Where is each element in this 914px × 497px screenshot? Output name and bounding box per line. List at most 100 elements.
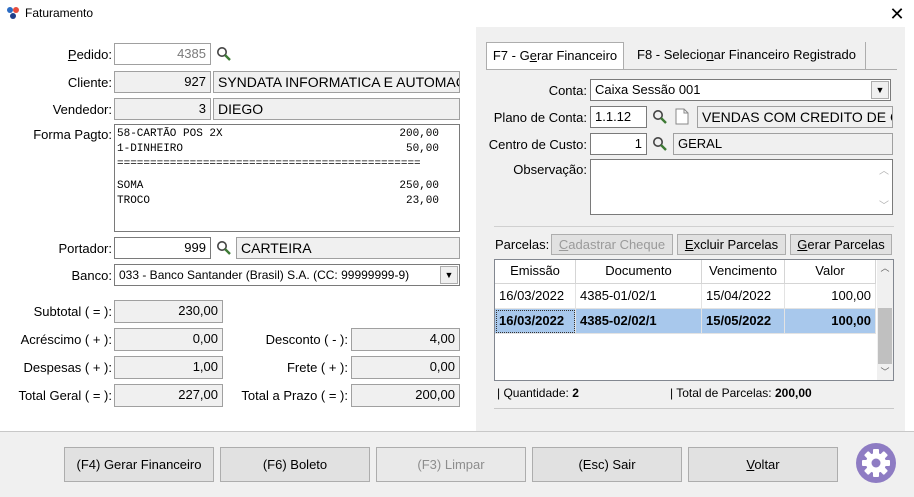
acrescimo-field[interactable]: 0,00 <box>114 328 223 351</box>
gerar-parcelas-button[interactable]: Gerar Parcelas <box>790 234 892 255</box>
desconto-label: Desconto ( - ): <box>265 332 348 347</box>
centro-name-field: GERAL <box>673 133 893 155</box>
total-geral-label: Total Geral ( = ): <box>18 388 112 403</box>
forma-pagto-desc: ========================================… <box>117 158 421 170</box>
vendedor-label: Vendedor: <box>52 102 112 117</box>
conta-select[interactable]: Caixa Sessão 001 ▼ <box>590 79 891 101</box>
forma-pagto-amount: 250,00 <box>399 180 439 192</box>
quantidade-summary: | Quantidade: 2 <box>497 386 579 400</box>
subtotal-field: 230,00 <box>114 300 223 323</box>
forma-pagto-desc: TROCO <box>117 195 151 207</box>
cell-vencimento: 15/04/2022 <box>702 284 785 309</box>
desconto-field[interactable]: 4,00 <box>351 328 460 351</box>
scrollbar-thumb[interactable] <box>878 308 892 364</box>
portador-name-field: CARTEIRA <box>236 237 460 259</box>
plano-label: Plano de Conta: <box>493 110 587 125</box>
search-icon[interactable] <box>652 136 668 152</box>
pedido-label: Pedido: <box>67 47 112 62</box>
frete-field[interactable]: 0,00 <box>351 356 460 379</box>
scroll-up-icon[interactable]: ︿ <box>877 260 893 276</box>
forma-pagto-line: TROCO 23,00 <box>117 194 439 209</box>
total-geral-field: 227,00 <box>114 384 223 407</box>
quantidade-value: 2 <box>572 386 579 400</box>
total-prazo-label: Total a Prazo ( = ): <box>241 388 348 403</box>
forma-pagto-amount: 23,00 <box>405 195 439 207</box>
portador-label: Portador: <box>58 241 112 256</box>
scroll-up-icon[interactable]: ︿ <box>879 162 889 177</box>
search-icon[interactable] <box>652 109 668 125</box>
forma-pagto-memo[interactable]: 58-CARTÃO POS 2X 200,00 1-DINHEIRO 50,00 ===… <box>114 124 460 232</box>
search-icon[interactable] <box>216 240 232 256</box>
gerar-financeiro-button[interactable]: (F4) Gerar Financeiro <box>64 447 214 482</box>
parcelas-label: Parcelas: <box>495 237 550 252</box>
excluir-parcelas-button[interactable]: Excluir Parcelas <box>677 234 786 255</box>
scroll-down-icon[interactable]: ﹀ <box>877 364 893 380</box>
column-header-valor[interactable]: Valor <box>785 260 876 284</box>
chevron-down-icon[interactable]: ▼ <box>440 266 458 284</box>
pedido-input[interactable]: 4385 <box>114 43 211 65</box>
scroll-down-icon[interactable]: ﹀ <box>879 197 889 212</box>
cell-emissao: 16/03/2022 <box>495 284 576 309</box>
section-divider <box>494 226 894 227</box>
forma-pagto-desc: 1-DINHEIRO <box>117 143 184 155</box>
despesas-field[interactable]: 1,00 <box>114 356 223 379</box>
conta-selected-value: Caixa Sessão 001 <box>595 82 701 97</box>
forma-pagto-line: 1-DINHEIRO 50,00 <box>117 142 439 157</box>
centro-label: Centro de Custo: <box>488 137 587 152</box>
cliente-code-input[interactable]: 927 <box>114 71 211 93</box>
forma-pagto-line: ========================================… <box>117 157 439 172</box>
cell-valor: 100,00 <box>785 284 876 309</box>
tab-selecionar-financeiro[interactable]: F8 - Selecionar Financeiro Registrado <box>628 42 866 70</box>
sair-button[interactable]: (Esc) Sair <box>532 447 682 482</box>
column-header-vencimento[interactable]: Vencimento <box>702 260 785 284</box>
observacao-label: Observação: <box>513 162 587 177</box>
title-bar <box>0 0 914 30</box>
document-icon[interactable] <box>675 108 689 125</box>
cell-emissao: 16/03/2022 <box>495 309 576 334</box>
tab-divider <box>486 69 897 70</box>
summary-divider <box>494 408 894 409</box>
cliente-name-field: SYNDATA INFORMATICA E AUTOMACAO <box>213 71 460 93</box>
acrescimo-label: Acréscimo ( + ): <box>20 332 112 347</box>
observacao-textarea[interactable]: ︿ ﹀ <box>590 159 893 215</box>
vertical-scrollbar[interactable]: ︿ ﹀ <box>877 260 893 380</box>
total-parcelas-summary: | Total de Parcelas: 200,00 <box>670 386 812 400</box>
limpar-button[interactable]: (F3) Limpar <box>376 447 526 482</box>
plano-name-field: VENDAS COM CREDITO DE CLIENTE <box>697 106 893 128</box>
subtotal-label: Subtotal ( = ): <box>33 304 112 319</box>
centro-code-input[interactable]: 1 <box>590 133 647 155</box>
cliente-label: Cliente: <box>67 75 112 90</box>
total-prazo-field: 200,00 <box>351 384 460 407</box>
despesas-label: Despesas ( + ): <box>23 360 112 375</box>
column-header-documento[interactable]: Documento <box>576 260 702 284</box>
window-title: Faturamento <box>25 6 94 20</box>
forma-pagto-lines: 58-CARTÃO POS 2X 200,00 1-DINHEIRO 50,00 ===… <box>117 127 439 209</box>
frete-label: Frete ( + ): <box>286 360 348 375</box>
banco-select[interactable]: 033 - Banco Santander (Brasil) S.A. (CC:… <box>114 264 460 286</box>
portador-code-input[interactable]: 999 <box>114 237 211 259</box>
cadastrar-cheque-button[interactable]: Cadastrar Cheque <box>551 234 673 255</box>
plano-code-input[interactable]: 1.1.12 <box>590 106 647 128</box>
column-header-emissao[interactable]: Emissão <box>495 260 576 284</box>
forma-pagto-line: 58-CARTÃO POS 2X 200,00 <box>117 127 439 142</box>
chevron-down-icon[interactable]: ▼ <box>871 81 889 99</box>
vendedor-name-field: DIEGO <box>213 98 460 120</box>
table-row[interactable]: 16/03/2022 4385-01/02/1 15/04/2022 100,0… <box>495 284 876 309</box>
forma-pagto-amount: 200,00 <box>399 128 439 140</box>
banco-label: Banco: <box>71 268 112 283</box>
cell-documento: 4385-02/02/1 <box>576 309 702 334</box>
voltar-button[interactable]: Voltar <box>688 447 838 482</box>
table-row-selected[interactable]: 16/03/2022 4385-02/02/1 15/05/2022 100,0… <box>495 309 876 334</box>
app-logo-icon <box>7 7 19 19</box>
forma-pagto-desc: SOMA <box>117 180 144 192</box>
boleto-button[interactable]: (F6) Boleto <box>220 447 370 482</box>
tab-gerar-financeiro[interactable]: F7 - Gerar Financeiro <box>486 42 624 70</box>
search-icon[interactable] <box>216 46 232 62</box>
parcelas-grid[interactable]: Emissão Documento Vencimento Valor 16/03… <box>494 259 894 381</box>
forma-pagto-desc: 58-CARTÃO POS 2X <box>117 128 223 140</box>
forma-pagto-amount: 50,00 <box>405 143 439 155</box>
vendedor-code-input[interactable]: 3 <box>114 98 211 120</box>
gear-icon[interactable] <box>855 442 897 484</box>
cell-valor: 100,00 <box>785 309 876 334</box>
close-window-button[interactable]: ✕ <box>886 3 908 25</box>
